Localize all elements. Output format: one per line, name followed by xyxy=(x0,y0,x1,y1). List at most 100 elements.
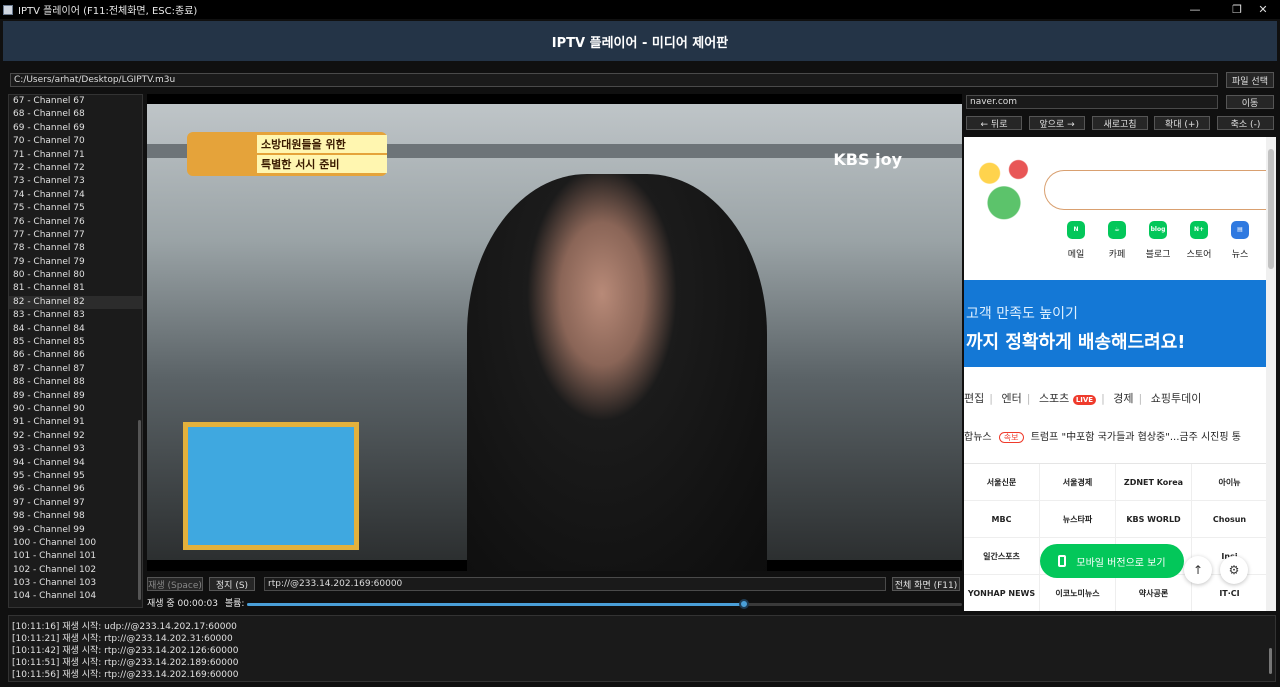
browser-refresh-button[interactable]: 새로고침 xyxy=(1092,116,1148,130)
press-logo[interactable]: 약사공론 xyxy=(1116,575,1192,611)
tab-shopping-today[interactable]: 쇼핑투데이 xyxy=(1151,392,1202,405)
live-badge: LIVE xyxy=(1072,395,1097,405)
browser-forward-button[interactable]: 앞으로 → xyxy=(1029,116,1085,130)
news-ticker[interactable]: 합뉴스 속보 트럼프 "中포함 국가들과 협상중"...금주 시진핑 통 xyxy=(964,428,1266,443)
service-news[interactable]: ▤ 뉴스 xyxy=(1222,221,1258,260)
press-logo[interactable]: 뉴스타파 xyxy=(1040,501,1116,538)
ad-banner[interactable]: 고객 만족도 높이기 까지 정확하게 배송해드려요! xyxy=(964,280,1266,367)
press-logo[interactable]: MBC xyxy=(964,501,1040,538)
tab-entertainment[interactable]: 엔터 xyxy=(1001,392,1021,405)
settings-button[interactable]: ⚙ xyxy=(1220,556,1248,584)
channel-item[interactable]: 100 - Channel 100 xyxy=(9,537,142,550)
channel-list-scrollbar[interactable] xyxy=(138,420,141,600)
channel-item[interactable]: 96 - Channel 96 xyxy=(9,483,142,496)
channel-item[interactable]: 90 - Channel 90 xyxy=(9,403,142,416)
channel-item[interactable]: 84 - Channel 84 xyxy=(9,323,142,336)
channel-item[interactable]: 73 - Channel 73 xyxy=(9,175,142,188)
service-store[interactable]: N+ 스토어 xyxy=(1181,221,1217,260)
video-player[interactable]: 소방대원들을 위한 특별한 서시 준비 KBS joy xyxy=(147,94,962,571)
log-line: [10:11:21] 재생 시작: rtp://@233.14.202.31:6… xyxy=(12,634,233,644)
browser-url-field[interactable]: naver.com xyxy=(966,95,1218,109)
press-logo[interactable]: YONHAP NEWS xyxy=(964,575,1040,611)
close-button[interactable]: ✕ xyxy=(1246,0,1280,19)
browser-zoom-out-button[interactable]: 축소 (-) xyxy=(1217,116,1274,130)
ad-banner-line1: 고객 만족도 높이기 xyxy=(966,306,1078,322)
naver-search-box[interactable] xyxy=(1044,170,1266,210)
browser-zoom-in-button[interactable]: 확대 (+) xyxy=(1154,116,1210,130)
channel-list[interactable]: 67 - Channel 67 68 - Channel 68 69 - Chann… xyxy=(8,94,143,608)
channel-item[interactable]: 68 - Channel 68 xyxy=(9,108,142,121)
channel-item[interactable]: 79 - Channel 79 xyxy=(9,256,142,269)
service-mail[interactable]: N 메일 xyxy=(1058,221,1094,260)
channel-item[interactable]: 75 - Channel 75 xyxy=(9,202,142,215)
playlist-path-field[interactable]: C:/Users/arhat/Desktop/LGIPTV.m3u xyxy=(10,73,1218,87)
channel-item[interactable]: 82 - Channel 82 xyxy=(9,295,142,310)
channel-item[interactable]: 101 - Channel 101 xyxy=(9,550,142,563)
news-headline[interactable]: 트럼프 "中포함 국가들과 협상중"...금주 시진핑 통 xyxy=(1031,432,1241,443)
press-logo[interactable]: Chosun xyxy=(1192,501,1268,538)
webpage-scrollbar[interactable] xyxy=(1266,137,1276,611)
volume-slider[interactable] xyxy=(247,599,962,609)
channel-item[interactable]: 70 - Channel 70 xyxy=(9,135,142,148)
naver-doodle-logo[interactable] xyxy=(968,151,1040,225)
channel-item[interactable]: 71 - Channel 71 xyxy=(9,149,142,162)
service-cafe[interactable]: ☕ 카페 xyxy=(1099,221,1135,260)
press-logo[interactable]: KBS WORLD xyxy=(1116,501,1192,538)
channel-item[interactable]: 72 - Channel 72 xyxy=(9,162,142,175)
tab-economy[interactable]: 경제 xyxy=(1113,392,1133,405)
program-logo-line1: 소방대원들을 위한 xyxy=(257,135,387,153)
channel-item[interactable]: 88 - Channel 88 xyxy=(9,376,142,389)
scroll-top-button[interactable]: ↑ xyxy=(1184,556,1212,584)
channel-item[interactable]: 86 - Channel 86 xyxy=(9,349,142,362)
channel-item[interactable]: 80 - Channel 80 xyxy=(9,269,142,282)
channel-item[interactable]: 103 - Channel 103 xyxy=(9,577,142,590)
channel-item[interactable]: 99 - Channel 99 xyxy=(9,524,142,537)
mobile-version-button[interactable]: 모바일 버전으로 보기 xyxy=(1040,544,1184,578)
press-logo[interactable]: 서울신문 xyxy=(964,464,1040,501)
channel-item[interactable]: 83 - Channel 83 xyxy=(9,309,142,322)
stream-url-field[interactable]: rtp://@233.14.202.169:60000 xyxy=(264,577,886,591)
channel-item[interactable]: 104 - Channel 104 xyxy=(9,590,142,603)
channel-item[interactable]: 91 - Channel 91 xyxy=(9,416,142,429)
channel-item[interactable]: 102 - Channel 102 xyxy=(9,564,142,577)
channel-item[interactable]: 76 - Channel 76 xyxy=(9,216,142,229)
press-logo[interactable]: ZDNET Korea xyxy=(1116,464,1192,501)
press-logo[interactable]: 일간스포츠 xyxy=(964,538,1040,575)
press-logo[interactable]: 이코노미뉴스 xyxy=(1040,575,1116,611)
browser-back-button[interactable]: ← 뒤로 xyxy=(966,116,1022,130)
channel-item[interactable]: 93 - Channel 93 xyxy=(9,443,142,456)
channel-item[interactable]: 67 - Channel 67 xyxy=(9,95,142,108)
video-inset-frame xyxy=(183,422,359,550)
webpage-scrollbar-thumb[interactable] xyxy=(1268,149,1274,269)
fullscreen-button[interactable]: 전체 화면 (F11) xyxy=(892,577,960,591)
volume-slider-handle[interactable] xyxy=(738,599,749,609)
embedded-webpage[interactable]: N 메일 ☕ 카페 blog 블로그 N+ 스토어 ▤ 뉴스 고객 만족도 높이… xyxy=(964,137,1276,611)
channel-item[interactable]: 98 - Channel 98 xyxy=(9,510,142,523)
channel-item[interactable]: 87 - Channel 87 xyxy=(9,363,142,376)
channel-item[interactable]: 78 - Channel 78 xyxy=(9,242,142,255)
minimize-button[interactable]: — xyxy=(1178,0,1212,19)
channel-item[interactable]: 69 - Channel 69 xyxy=(9,122,142,135)
channel-item[interactable]: 94 - Channel 94 xyxy=(9,457,142,470)
log-scrollbar[interactable] xyxy=(1269,648,1272,674)
press-logo[interactable]: 서울경제 xyxy=(1040,464,1116,501)
file-select-button[interactable]: 파일 선택 xyxy=(1226,72,1274,88)
playback-log: [10:11:16] 재생 시작: udp://@233.14.202.17:6… xyxy=(8,615,1276,682)
channel-item[interactable]: 92 - Channel 92 xyxy=(9,430,142,443)
channel-item[interactable]: 77 - Channel 77 xyxy=(9,229,142,242)
play-button[interactable]: 재생 (Space) xyxy=(147,577,203,591)
log-line: [10:11:56] 재생 시작: rtp://@233.14.202.169:… xyxy=(12,670,239,680)
channel-item[interactable]: 85 - Channel 85 xyxy=(9,336,142,349)
stop-button[interactable]: 정지 (S) xyxy=(209,577,255,591)
channel-item[interactable]: 97 - Channel 97 xyxy=(9,497,142,510)
press-logo[interactable]: 아이뉴 xyxy=(1192,464,1268,501)
press-grid: 서울신문 서울경제 ZDNET Korea 아이뉴 MBC 뉴스타파 KBS WORLD Ch… xyxy=(964,463,1268,611)
channel-item[interactable]: 74 - Channel 74 xyxy=(9,189,142,202)
channel-item[interactable]: 81 - Channel 81 xyxy=(9,282,142,295)
browser-go-button[interactable]: 이동 xyxy=(1226,95,1274,109)
tab-edit[interactable]: 편집 xyxy=(964,392,984,405)
tab-sports[interactable]: 스포츠 xyxy=(1039,392,1069,405)
channel-item[interactable]: 89 - Channel 89 xyxy=(9,390,142,403)
channel-item[interactable]: 95 - Channel 95 xyxy=(9,470,142,483)
service-blog[interactable]: blog 블로그 xyxy=(1140,221,1176,260)
